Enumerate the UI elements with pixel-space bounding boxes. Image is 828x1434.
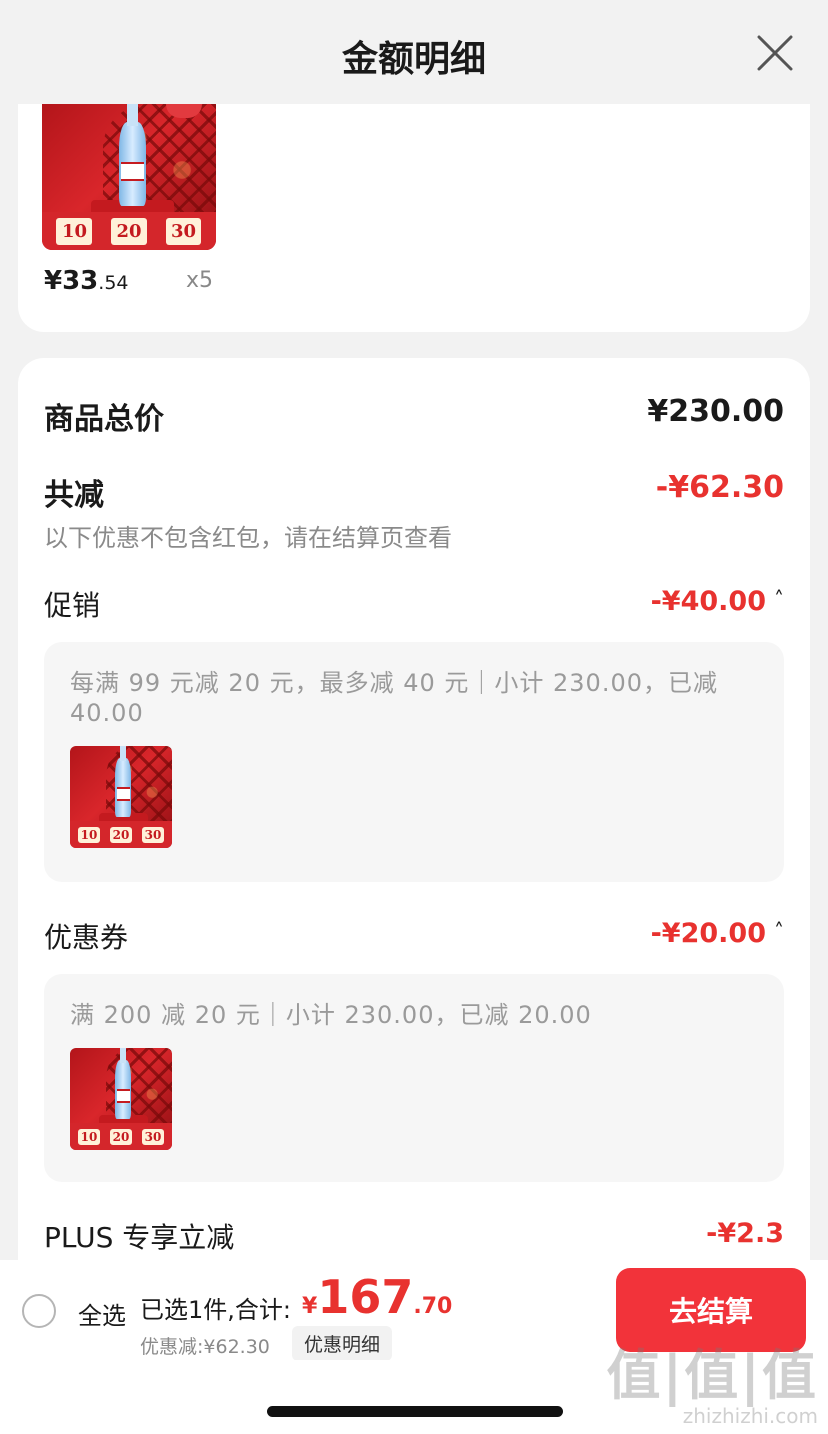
promotion-detail-text: 每满 99 元减 20 元，最多减 40 元｜小计 230.00，已减 40.0… <box>70 669 718 727</box>
discount-summary: 优惠减:¥62.30 <box>140 1336 270 1358</box>
thumb-coupon: 20 <box>111 217 147 245</box>
watermark-logo: 值|值|值 <box>606 1344 818 1407</box>
product-thumbnail[interactable]: 10 20 30 <box>42 104 216 250</box>
total-price-label: 商品总价 <box>44 402 164 437</box>
product-quantity: x5 <box>186 268 214 293</box>
coupon-label: 优惠券 <box>44 921 129 954</box>
selected-summary: 已选1件,合计: <box>140 1296 291 1324</box>
thumb-coupon: 10 <box>78 826 100 843</box>
promotion-value: -¥40.00 <box>650 586 766 617</box>
coupon-detail: 满 200 减 20 元｜小计 230.00，已减 20.00 10 20 30 <box>44 974 784 1182</box>
thumb-coupon: 10 <box>56 217 93 245</box>
select-all-radio[interactable] <box>22 1294 56 1328</box>
thumb-coupon: 10 <box>78 1128 100 1145</box>
total-reduce-label: 共减 <box>44 478 104 513</box>
order-total: ¥167.70 <box>302 1270 453 1324</box>
bottle-image <box>118 104 147 207</box>
bottle-image <box>114 1048 132 1120</box>
home-indicator[interactable] <box>267 1406 563 1417</box>
product-card: 10 20 30 ¥33.54 x5 <box>18 104 810 332</box>
page-title: 金额明细 <box>341 39 486 80</box>
redpacket-note: 以下优惠不包含红包，请在结算页查看 <box>44 524 452 552</box>
coupon-value: -¥20.00 <box>650 918 766 949</box>
promotion-detail: 每满 99 元减 20 元，最多减 40 元｜小计 230.00，已减 40.0… <box>44 642 784 882</box>
discount-detail-button[interactable]: 优惠明细 <box>292 1326 393 1361</box>
watermark: 值|值|值 zhizhizhi.com <box>607 1331 818 1428</box>
chevron-up-icon: ˄ <box>774 587 784 611</box>
bottle-image <box>114 746 132 818</box>
thumb-coupon: 30 <box>142 826 164 843</box>
coupon-detail-text: 满 200 减 20 元｜小计 230.00，已减 20.00 <box>70 1001 592 1029</box>
breakdown-card: 商品总价 ¥230.00 共减 -¥62.30 以下优惠不包含红包，请在结算页查… <box>18 358 810 1268</box>
plus-discount-value: -¥2.3 <box>706 1218 784 1249</box>
thumb-coupon: 30 <box>165 217 202 245</box>
select-all-label[interactable]: 全选 <box>78 1296 126 1331</box>
thumb-coupon: 30 <box>142 1128 164 1145</box>
thumb-coupon: 20 <box>110 1128 132 1145</box>
promotion-label: 促销 <box>44 589 101 622</box>
coupon-toggle[interactable]: -¥20.00 ˄ <box>651 918 784 949</box>
close-icon[interactable] <box>756 34 794 72</box>
coupon-product-thumbnail[interactable]: 10 20 30 <box>70 1048 172 1150</box>
thumb-coupon: 20 <box>110 826 132 843</box>
promotion-toggle[interactable]: -¥40.00 ˄ <box>651 586 784 617</box>
chevron-up-icon: ˄ <box>774 919 784 943</box>
promotion-product-thumbnail[interactable]: 10 20 30 <box>70 746 172 848</box>
total-price-value: ¥230.00 <box>647 394 784 429</box>
sheet-header: 金额明细 <box>0 0 828 104</box>
home-indicator-area: 值|值|值 zhizhizhi.com <box>0 1344 828 1434</box>
total-reduce-value: -¥62.30 <box>655 470 784 505</box>
plus-discount-label: PLUS 专享立减 <box>44 1221 235 1254</box>
product-price: ¥33.54 <box>44 266 129 296</box>
